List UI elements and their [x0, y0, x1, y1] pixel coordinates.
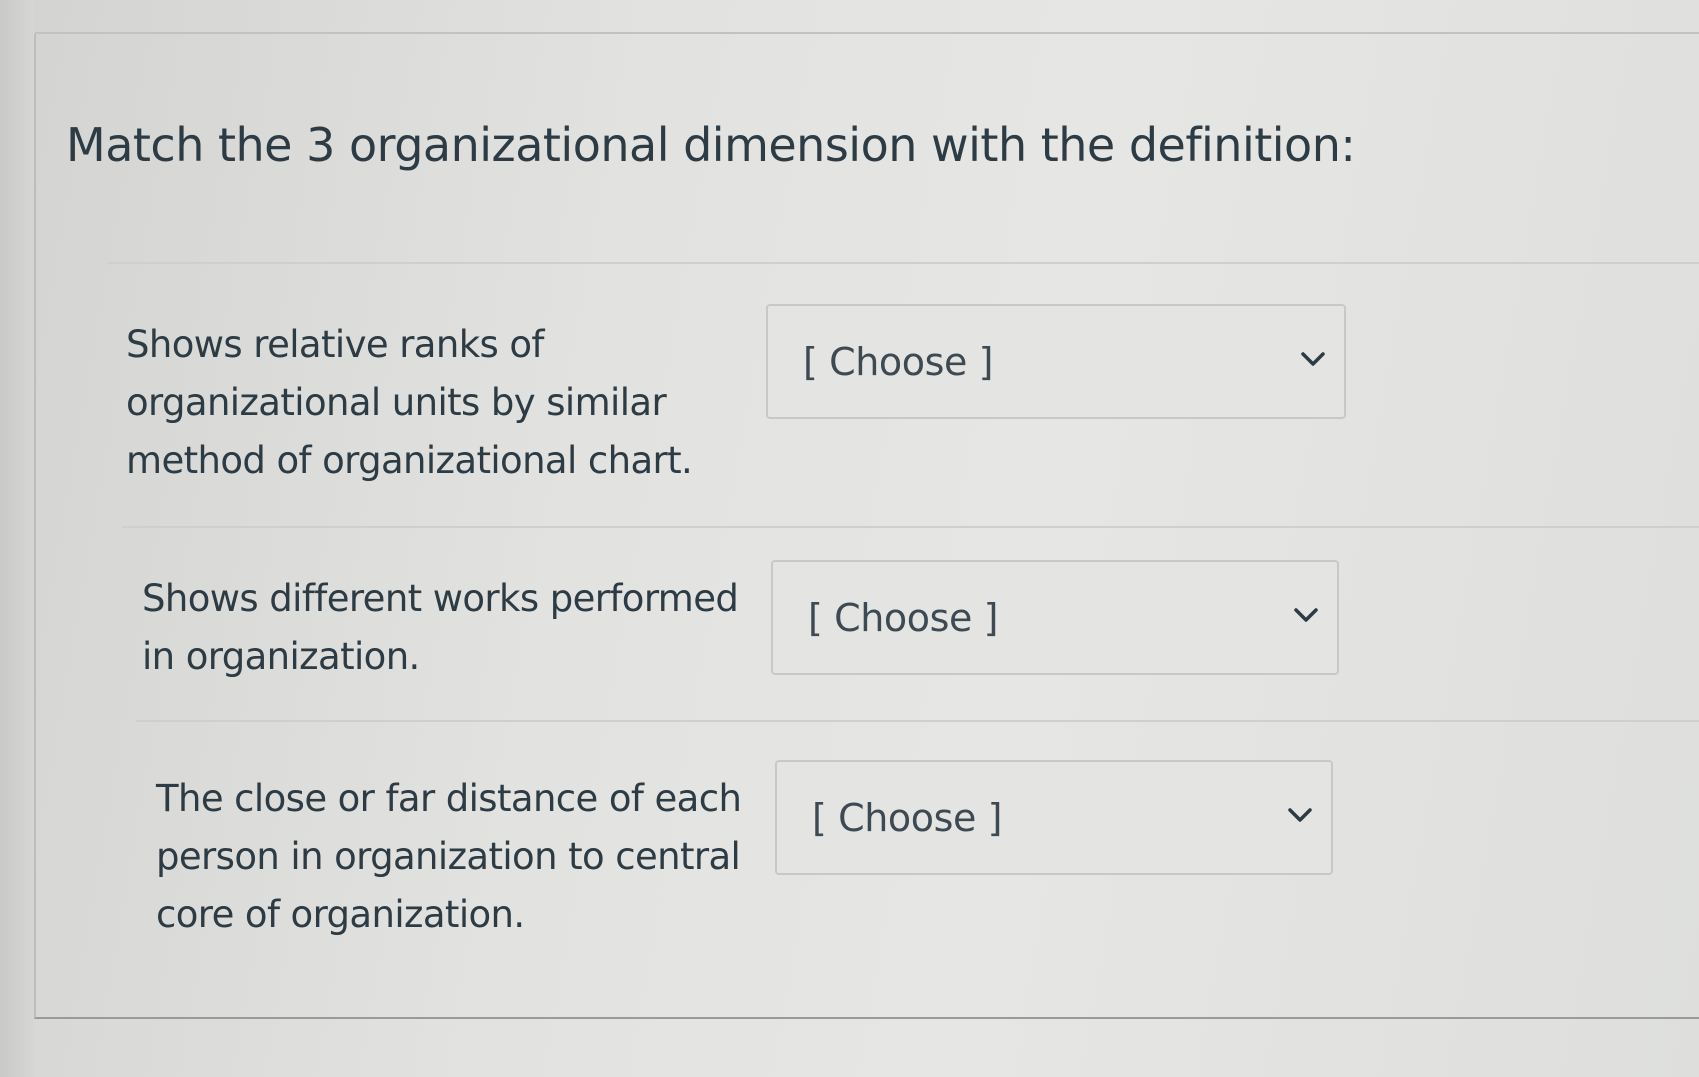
match-prompt-3: The close or far distance of each person… [156, 770, 742, 944]
row-divider [108, 262, 1699, 264]
answer-select-3[interactable]: [ Choose ] [775, 760, 1333, 875]
chevron-down-icon [1301, 352, 1325, 366]
left-edge [0, 0, 34, 1077]
prompt-line: method of organizational chart. [126, 439, 693, 482]
select-value: [ Choose ] [812, 796, 1003, 840]
prompt-line: Shows relative ranks of [126, 323, 544, 366]
chevron-down-icon [1294, 608, 1318, 622]
answer-select-2[interactable]: [ Choose ] [771, 560, 1339, 675]
prompt-line: Shows different works performed [142, 577, 739, 620]
prompt-line: organizational units by similar [126, 381, 667, 424]
match-prompt-2: Shows different works performed in organ… [142, 570, 739, 686]
prompt-line: person in organization to central [156, 835, 741, 878]
chevron-down-icon [1288, 808, 1312, 822]
row-divider [136, 720, 1699, 722]
match-prompt-1: Shows relative ranks of organizational u… [126, 316, 693, 490]
answer-select-1[interactable]: [ Choose ] [766, 304, 1346, 419]
select-value: [ Choose ] [803, 340, 994, 384]
prompt-line: The close or far distance of each [156, 777, 742, 820]
question-title: Match the 3 organizational dimension wit… [66, 118, 1356, 172]
quiz-page: Match the 3 organizational dimension wit… [0, 0, 1699, 1077]
prompt-line: in organization. [142, 635, 420, 678]
select-value: [ Choose ] [808, 596, 999, 640]
prompt-line: core of organization. [156, 893, 525, 936]
row-divider [122, 526, 1699, 528]
